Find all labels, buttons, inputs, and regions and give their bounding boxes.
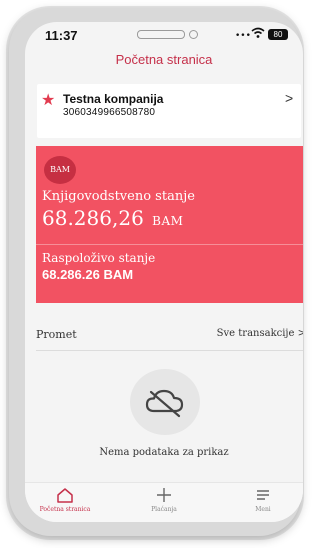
empty-state-text: Nema podataka za prikaz: [99, 447, 229, 458]
star-icon: ★: [41, 90, 56, 109]
status-bar: 11:37 ••• 80: [25, 22, 303, 50]
book-balance-currency: BAM: [152, 214, 184, 228]
tab-menu[interactable]: Meni: [223, 485, 303, 513]
page-title: Početna stranica: [115, 52, 213, 67]
available-balance-label: Raspoloživo stanje: [42, 251, 156, 265]
camera-dot: [189, 30, 198, 39]
tab-home-label: Početna stranica: [39, 506, 91, 513]
available-balance-amount: 68.286.26 BAM: [42, 267, 134, 282]
status-time: 11:37: [45, 28, 78, 43]
transactions-header: Promet Sve transakcije >: [36, 325, 303, 347]
tab-home[interactable]: Početna stranica: [25, 485, 105, 513]
all-transactions-link[interactable]: Sve transakcije >: [217, 328, 303, 339]
speaker-notch: [137, 30, 185, 39]
book-balance-label: Knjigovodstveno stanje: [42, 189, 195, 204]
currency-badge: BAM: [44, 156, 76, 184]
card-divider: [36, 244, 303, 245]
wifi-icon: [251, 27, 265, 42]
phone-frame: 11:37 ••• 80 Početna stranica ★ Testna k…: [9, 8, 303, 536]
empty-state-icon-circle: [130, 369, 200, 435]
plus-icon: [157, 488, 171, 502]
tab-payments-label: Plaćanja: [151, 506, 177, 513]
chevron-right-icon: >: [285, 90, 294, 106]
company-name: Testna kompanija: [63, 92, 164, 106]
menu-icon: [257, 490, 269, 500]
book-balance-amount: 68.286,26 BAM: [42, 206, 183, 230]
book-balance-value: 68.286,26: [42, 206, 144, 230]
tab-menu-label: Meni: [255, 506, 271, 513]
battery-icon: 80: [268, 29, 288, 40]
cloud-off-icon: [145, 389, 184, 418]
tab-bar: Početna stranica Plaćanja Meni: [25, 482, 303, 522]
home-icon: [57, 488, 73, 503]
company-id: 3060349966508780: [63, 107, 156, 118]
divider: [36, 350, 303, 351]
signal-icon: •••: [235, 31, 251, 41]
screen: 11:37 ••• 80 Početna stranica ★ Testna k…: [25, 22, 303, 522]
tab-payments[interactable]: Plaćanja: [124, 485, 204, 513]
company-selector[interactable]: ★ Testna kompanija 3060349966508780 >: [37, 84, 301, 138]
transactions-title: Promet: [36, 328, 77, 341]
balance-card[interactable]: BAM Knjigovodstveno stanje 68.286,26 BAM…: [36, 146, 303, 303]
